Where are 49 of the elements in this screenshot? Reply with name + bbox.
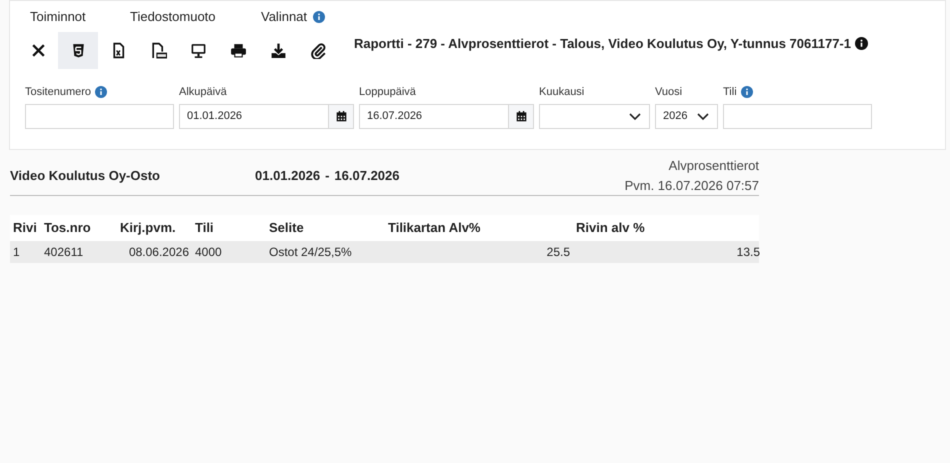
- input-field[interactable]: [723, 104, 872, 129]
- field-label: Loppupäivä: [359, 84, 416, 100]
- report-title: Raportti - 279 - Alvprosenttierot - Talous, Video Koulutus Oy, Y-tunnus 7061177-1: [354, 34, 851, 53]
- column-header: Tos.nro: [44, 219, 92, 238]
- chevron-down-icon: [697, 112, 709, 120]
- field-label: Vuosi: [655, 84, 682, 100]
- table-cell-text: 25.5: [546, 244, 571, 261]
- report-name: Alvprosenttierot: [668, 157, 759, 175]
- printer-icon: [230, 42, 246, 59]
- paperclip-icon: [310, 42, 326, 59]
- field-label: Tositenumero: [25, 84, 92, 100]
- date-from: 01.01.2026: [255, 167, 320, 185]
- dropdown[interactable]: 2026: [655, 104, 718, 129]
- table-cell-text: 4000: [195, 244, 223, 261]
- menu-item[interactable]: Toiminnot: [30, 7, 86, 27]
- print-date: Pvm. 16.07.2026 07:57: [624, 177, 759, 195]
- input-field[interactable]: [25, 104, 174, 129]
- column-header: Rivi: [13, 219, 38, 238]
- column-header: Selite: [269, 219, 305, 238]
- toolbar-button[interactable]: [58, 32, 98, 69]
- menu-item[interactable]: Tiedostomuoto: [130, 7, 216, 27]
- calendar-button[interactable]: [509, 104, 534, 129]
- date-field[interactable]: 16.07.2026: [359, 104, 509, 129]
- download-icon: [270, 42, 286, 59]
- date-to: 16.07.2026: [334, 167, 400, 185]
- table-cell-text: Ostot 24/25,5%: [269, 244, 353, 261]
- table-cell-text: 402611: [44, 244, 84, 261]
- pdf-file-icon: [150, 42, 166, 59]
- calendar-icon: [336, 111, 346, 122]
- table-cell-text: 13.5: [736, 244, 761, 261]
- company-name: Video Koulutus Oy-Osto: [10, 167, 161, 185]
- calendar-icon: [516, 111, 526, 122]
- date-separator: -: [325, 167, 330, 185]
- column-header: Tili: [195, 219, 215, 238]
- calendar-button[interactable]: [329, 104, 354, 129]
- field-label: Kuukausi: [539, 84, 584, 100]
- column-header: Tilikartan Alv%: [388, 219, 482, 238]
- menu-item[interactable]: Valinnat: [261, 7, 308, 27]
- table-cell-text: 1: [13, 244, 21, 261]
- table-cell-text: 08.06.2026: [128, 244, 190, 261]
- close-icon: [30, 42, 46, 59]
- chevron-down-icon: [629, 112, 641, 120]
- field-label: Tili: [723, 84, 737, 100]
- monitor-icon: [190, 42, 206, 59]
- date-field[interactable]: 01.01.2026: [179, 104, 329, 129]
- column-header: Kirj.pvm.: [120, 219, 177, 238]
- column-header: Rivin alv %: [576, 219, 646, 238]
- info-icon[interactable]: [855, 37, 868, 50]
- field-label: Alkupäivä: [179, 84, 227, 100]
